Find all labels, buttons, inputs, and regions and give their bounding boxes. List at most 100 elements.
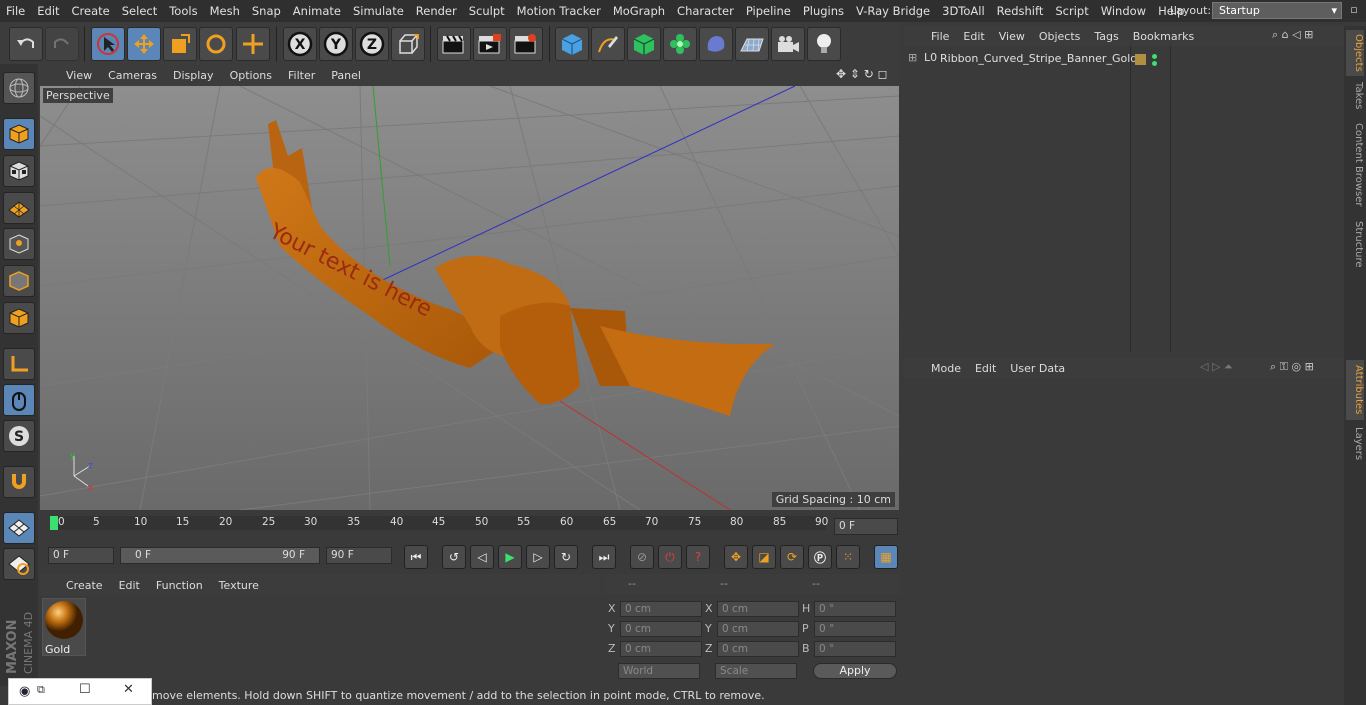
menu-select[interactable]: Select	[116, 4, 163, 18]
floor-button[interactable]	[735, 27, 769, 61]
live-selection-button[interactable]	[91, 27, 125, 61]
light-button[interactable]	[807, 27, 841, 61]
layer-tag[interactable]	[1135, 54, 1146, 65]
transform-tool-button[interactable]	[236, 27, 270, 61]
menu-create[interactable]: Create	[66, 4, 116, 18]
record-keys-button[interactable]: ⊘	[630, 545, 654, 569]
object-menu-objects[interactable]: Objects	[1032, 30, 1088, 43]
object-menu-file[interactable]: File	[924, 30, 956, 43]
menu-edit[interactable]: Edit	[31, 4, 65, 18]
key-pla-button[interactable]: ⁙	[836, 545, 860, 569]
timeline-window-button[interactable]: ▦	[874, 545, 898, 569]
auto-key-button[interactable]: ⏻	[658, 545, 682, 569]
menu-snap[interactable]: Snap	[246, 4, 287, 18]
pos-x-field[interactable]: 0 cm	[620, 601, 702, 617]
visibility-render-dot[interactable]	[1152, 61, 1157, 66]
key-rotation-button[interactable]: ⟳	[780, 545, 804, 569]
rot-b-field[interactable]: 0 °	[814, 641, 896, 657]
generator-button[interactable]	[627, 27, 661, 61]
deformer-button[interactable]	[699, 27, 733, 61]
step-back-button[interactable]: ◁	[470, 545, 494, 569]
close-icon[interactable]: ✕	[123, 682, 134, 697]
mograph-cloner-button[interactable]	[663, 27, 697, 61]
start-frame-field[interactable]: 0 F	[48, 547, 114, 564]
render-view-button[interactable]	[437, 27, 471, 61]
tab-objects[interactable]: Objects	[1346, 30, 1364, 76]
polygons-mode-button[interactable]	[3, 302, 35, 334]
menu-simulate[interactable]: Simulate	[347, 4, 410, 18]
rotate-tool-button[interactable]	[199, 27, 233, 61]
render-picture-viewer-button[interactable]	[473, 27, 507, 61]
coord-scale-select[interactable]: Scale	[715, 663, 797, 679]
visibility-editor-dot[interactable]	[1152, 54, 1157, 59]
key-parameter-button[interactable]: Ⓟ	[808, 545, 832, 569]
menu-tools[interactable]: Tools	[163, 4, 203, 18]
step-forward-button[interactable]: ▷	[526, 545, 550, 569]
edges-mode-button[interactable]	[3, 265, 35, 297]
size-y-field[interactable]: 0 cm	[717, 621, 799, 637]
tab-structure[interactable]: Structure	[1346, 216, 1364, 272]
pos-z-field[interactable]: 0 cm	[620, 641, 702, 657]
maximize-icon[interactable]: ☐	[79, 682, 91, 697]
z-axis-button[interactable]: Z	[355, 27, 389, 61]
camera-button[interactable]	[771, 27, 805, 61]
menu-animate[interactable]: Animate	[287, 4, 347, 18]
prev-key-button[interactable]: ↺	[442, 545, 466, 569]
material-menu-function[interactable]: Function	[148, 579, 211, 592]
material-menu-texture[interactable]: Texture	[211, 579, 267, 592]
attribute-menu-edit[interactable]: Edit	[968, 362, 1003, 375]
points-mode-button[interactable]	[3, 228, 35, 260]
tab-layers[interactable]: Layers	[1346, 424, 1364, 464]
key-position-button[interactable]: ✥	[724, 545, 748, 569]
workplane-align-button[interactable]	[3, 548, 35, 580]
render-settings-button[interactable]	[509, 27, 543, 61]
model-mode-button[interactable]	[3, 118, 35, 150]
viewport-menu-display[interactable]: Display	[165, 69, 222, 82]
menu-pipeline[interactable]: Pipeline	[740, 4, 797, 18]
viewport-menu-view[interactable]: View	[58, 69, 100, 82]
scale-tool-button[interactable]	[163, 27, 197, 61]
tab-content-browser[interactable]: Content Browser	[1346, 118, 1364, 212]
snap-button[interactable]	[3, 466, 35, 498]
rot-p-field[interactable]: 0 °	[814, 621, 896, 637]
timeline-ruler[interactable]: 0 5 10 15 20 25 30 35 40 45 50 55 60 65 …	[40, 512, 900, 544]
attribute-menu-user-data[interactable]: User Data	[1003, 362, 1072, 375]
coordinate-system-button[interactable]	[391, 27, 425, 61]
frame-range-slider[interactable]: 0 F 90 F	[120, 547, 320, 564]
make-editable-button[interactable]	[3, 72, 35, 104]
play-button[interactable]: ▶	[498, 545, 522, 569]
coord-mode-select[interactable]: World	[618, 663, 700, 679]
y-axis-button[interactable]: Y	[319, 27, 353, 61]
viewport-menu-cameras[interactable]: Cameras	[100, 69, 165, 82]
next-key-button[interactable]: ↻	[554, 545, 578, 569]
menu-window[interactable]: Window	[1095, 4, 1152, 18]
locked-workplane-button[interactable]	[3, 512, 35, 544]
menu-render[interactable]: Render	[410, 4, 463, 18]
end-frame-field[interactable]: 90 F	[326, 547, 392, 564]
cube-primitive-button[interactable]	[555, 27, 589, 61]
tweak-mode-button[interactable]	[3, 384, 35, 416]
key-scale-button[interactable]: ◪	[752, 545, 776, 569]
restore-icon[interactable]: ⧉	[37, 683, 45, 697]
texture-mode-button[interactable]	[3, 155, 35, 187]
size-x-field[interactable]: 0 cm	[717, 601, 799, 617]
menu-mograph[interactable]: MoGraph	[607, 4, 671, 18]
go-to-end-button[interactable]: ⏭	[592, 545, 616, 569]
go-to-start-button[interactable]: ⏮	[404, 545, 428, 569]
menu-vray-bridge[interactable]: V-Ray Bridge	[850, 4, 936, 18]
viewport-menu-filter[interactable]: Filter	[280, 69, 323, 82]
menu-sculpt[interactable]: Sculpt	[463, 4, 511, 18]
x-axis-button[interactable]: X	[283, 27, 317, 61]
move-tool-button[interactable]	[127, 27, 161, 61]
redo-button[interactable]	[45, 27, 79, 61]
object-menu-tags[interactable]: Tags	[1087, 30, 1125, 43]
menu-plugins[interactable]: Plugins	[797, 4, 850, 18]
size-z-field[interactable]: 0 cm	[717, 641, 799, 657]
keyframe-selection-button[interactable]: ?	[686, 545, 710, 569]
object-row[interactable]: ⊞ L0 Ribbon_Curved_Stripe_Banner_Gold	[904, 50, 1137, 68]
rot-h-field[interactable]: 0 °	[814, 601, 896, 617]
window-icon[interactable]: ▫	[1346, 3, 1362, 19]
minimized-window-bar[interactable]: ◉ ⧉ ☐ ✕	[8, 678, 152, 705]
menu-character[interactable]: Character	[671, 4, 740, 18]
current-frame-field[interactable]: 0 F	[834, 518, 898, 535]
